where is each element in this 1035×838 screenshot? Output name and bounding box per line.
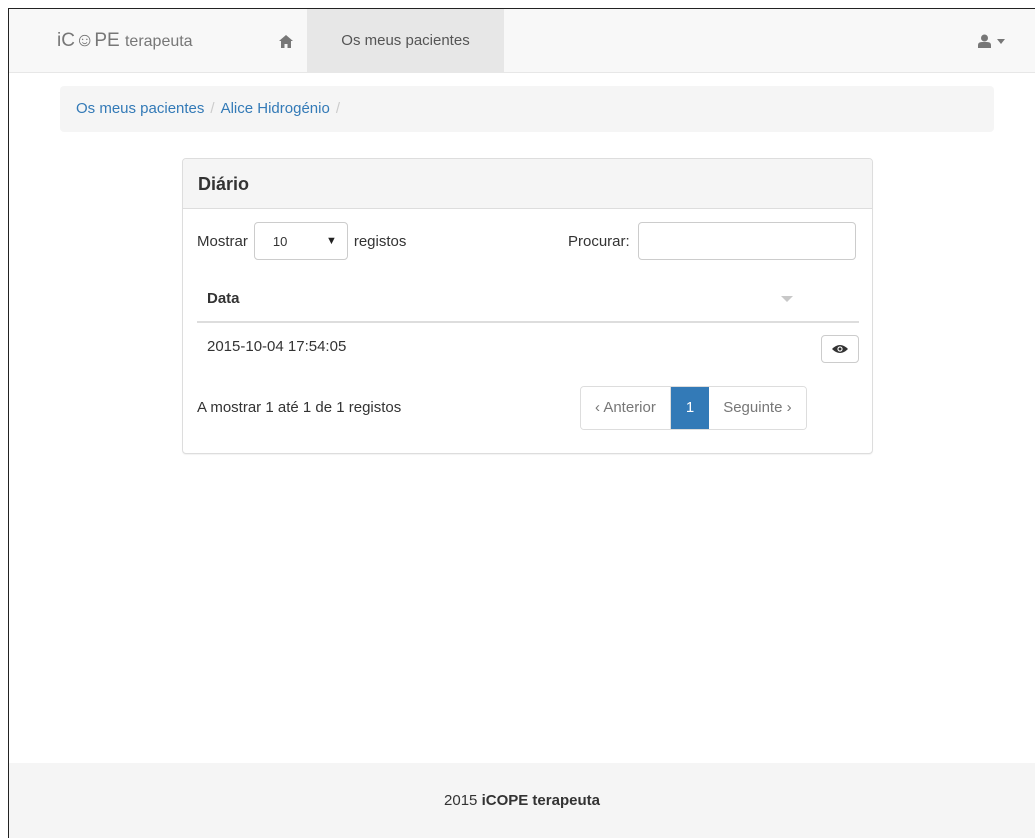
search-input[interactable]	[637, 222, 856, 260]
page-length-prefix: Mostrar	[197, 232, 248, 250]
page-length-suffix: registos	[353, 232, 407, 250]
breadcrumb-separator: /	[335, 100, 340, 117]
eye-icon	[832, 345, 848, 353]
pagination-previous[interactable]: ‹ Anterior	[581, 387, 671, 429]
footer: 2015 iCOPE terapeuta	[9, 763, 1035, 838]
navbar: iC☺PE terapeuta Os meus pacientes	[9, 9, 1035, 73]
nav-home-link[interactable]	[265, 9, 307, 73]
app-frame: iC☺PE terapeuta Os meus pacientes Os meu…	[8, 8, 1035, 838]
breadcrumb: Os meus pacientes / Alice Hidrogénio /	[60, 86, 994, 132]
sort-desc-icon	[781, 296, 793, 302]
pagination-page-current[interactable]: 1	[670, 387, 710, 429]
view-entry-button[interactable]	[821, 335, 859, 363]
column-header-label: Data	[207, 290, 240, 307]
breadcrumb-item-my-patients[interactable]: Os meus pacientes	[76, 100, 204, 117]
footer-year: 2015	[444, 792, 478, 809]
panel-title: Diário	[183, 159, 872, 209]
table-info: A mostrar 1 até 1 de 1 registos	[197, 399, 402, 416]
table-row: 2015-10-04 17:54:05	[197, 323, 859, 373]
pagination-next[interactable]: Seguinte ›	[709, 387, 806, 429]
home-icon	[279, 34, 293, 48]
pagination: ‹ Anterior 1 Seguinte ›	[580, 386, 807, 430]
user-icon	[978, 34, 991, 48]
table-cell-date: 2015-10-04 17:54:05	[207, 338, 347, 355]
diary-table: Data 2015-10-04 17:54:05	[197, 276, 859, 373]
page-length-value: 10	[272, 233, 288, 249]
diary-panel: Diário Mostrar 10 ▼ registos Procurar: D…	[182, 158, 873, 454]
page-length-control: Mostrar 10 ▼ registos	[197, 222, 406, 260]
search-label: Procurar:	[568, 232, 630, 250]
select-caret-icon: ▼	[325, 235, 337, 247]
search-control: Procurar:	[568, 222, 856, 260]
breadcrumb-item-patient[interactable]: Alice Hidrogénio	[221, 100, 330, 117]
caret-down-icon	[997, 38, 1005, 44]
page-length-select[interactable]: 10 ▼	[253, 222, 348, 260]
brand-subtitle: terapeuta	[124, 33, 193, 50]
user-menu-toggle[interactable]	[978, 9, 1005, 73]
table-header-date[interactable]: Data	[197, 276, 859, 323]
breadcrumb-separator: /	[210, 100, 215, 117]
brand-logo[interactable]: iC☺PE terapeuta	[57, 9, 193, 73]
nav-item-my-patients[interactable]: Os meus pacientes	[307, 9, 504, 73]
brand-name: iC☺PE	[57, 30, 120, 51]
footer-brand: iCOPE terapeuta	[481, 792, 600, 809]
